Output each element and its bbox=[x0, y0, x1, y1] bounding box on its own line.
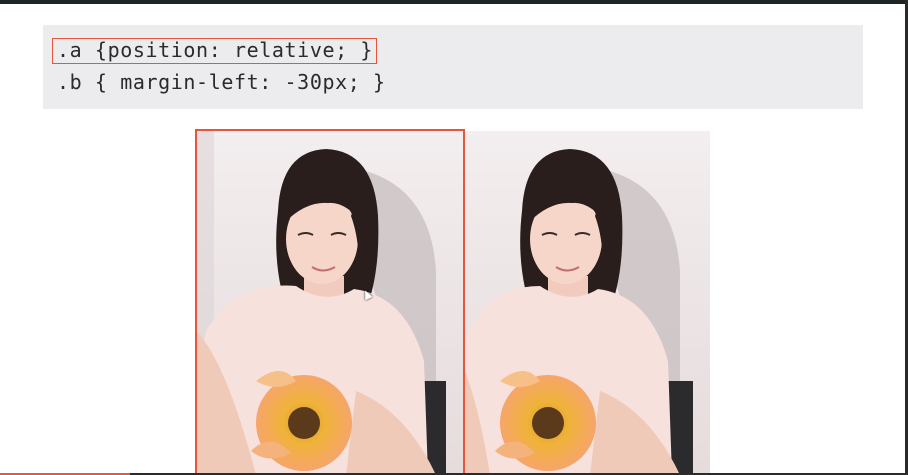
window-top-border bbox=[0, 0, 908, 4]
code-line-a: .a {position: relative; } bbox=[57, 38, 374, 62]
code-panel: .a {position: relative; } .b { margin-le… bbox=[43, 25, 863, 109]
photo-b bbox=[465, 131, 710, 475]
highlight-frame-a bbox=[195, 129, 465, 475]
selfie-photo-icon bbox=[465, 149, 693, 475]
code-line-b: .b { margin-left: -30px; } bbox=[57, 70, 386, 94]
